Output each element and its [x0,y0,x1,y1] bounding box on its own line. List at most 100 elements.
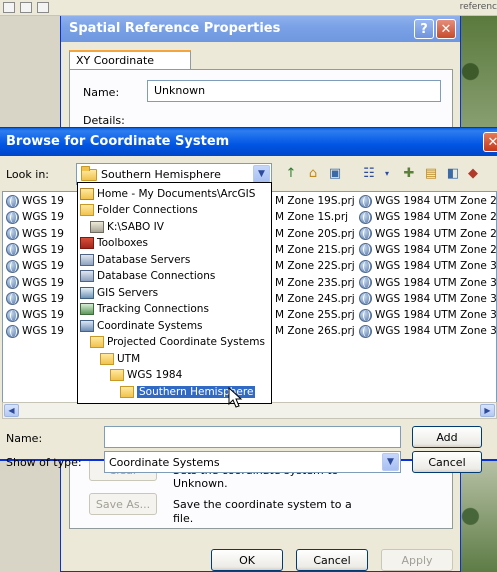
chevron-down-icon[interactable]: ▼ [253,165,270,183]
help-button[interactable]: ? [414,19,434,39]
dropdown-item[interactable]: Folder Connections [80,203,198,218]
srp-name-field[interactable]: Unknown [147,80,441,102]
dropdown-item-label: Tracking Connections [97,303,209,315]
toolbar-icon[interactable] [3,2,15,13]
home-folder-icon [80,187,94,200]
coordinate-system-file-icon [6,259,19,273]
browse-close-button[interactable]: ✕ [483,132,497,152]
file-list-item[interactable]: WGS 1984 UTM Zone 29S [359,227,497,241]
coordinate-system-file-icon [6,276,19,289]
folder-icon [81,166,97,181]
coordinate-system-file-icon [359,276,372,289]
scroll-right-icon[interactable]: ▶ [480,404,495,417]
srp-close-button[interactable]: ✕ [436,19,456,39]
file-list-item[interactable]: WGS 19 [6,210,78,224]
coordinate-system-file-icon [359,324,372,338]
file-list-item[interactable]: WGS 1984 UTM Zone 31S [359,276,497,290]
file-list-item[interactable]: WGS 1984 UTM Zone 33S [359,308,497,322]
dropdown-item[interactable]: Database Servers [80,252,190,267]
srp-titlebar[interactable]: Spatial Reference Properties ? ✕ [61,16,460,42]
new-folder-icon[interactable]: ✚ [400,164,418,182]
file-list-item[interactable]: WGS 19 [6,259,78,273]
file-list-item[interactable]: WGS 19 [6,308,78,322]
file-list-item[interactable]: WGS 1984 UTM Zone 30S [359,259,497,273]
look-in-dropdown-list[interactable]: Home - My Documents\ArcGIS Folder Connect… [77,182,272,404]
file-list-item[interactable]: WGS 19 [6,194,78,208]
home-icon[interactable]: ⌂ [304,164,322,182]
file-list-item[interactable]: WGS 19 [6,276,78,290]
add-button[interactable]: Add [412,426,482,448]
save-as-button[interactable]: Save As... [89,493,157,515]
toolbar-icon[interactable] [37,2,49,13]
view-list-icon[interactable]: ☷ [360,164,378,182]
file-name: M Zone 20S.prj [275,227,355,240]
up-one-level-icon[interactable]: ↑ [282,164,300,182]
look-in-label: Look in: [6,168,49,181]
browse-titlebar[interactable]: Browse for Coordinate System ✕ [0,128,497,156]
file-name: M Zone 1S.prj [275,211,349,224]
database-connection-icon [80,270,94,282]
coordinate-system-file-icon [6,227,19,241]
scroll-left-icon[interactable]: ◀ [4,404,19,417]
file-list-item[interactable]: M Zone 22S.prj [275,259,355,273]
tab-xy-coordinate-system[interactable]: XY Coordinate System [69,50,191,80]
toolbar-icon[interactable] [20,2,32,13]
file-list-item[interactable]: WGS 1984 UTM Zone 34S [359,324,497,338]
file-list-item[interactable]: M Zone 19S.prj [275,194,355,208]
file-list-item[interactable]: M Zone 25S.prj [275,308,355,322]
file-name: WGS 1984 UTM Zone 34S [375,325,497,338]
file-name: WGS 1984 UTM Zone 31S [375,276,497,289]
file-list-item[interactable]: WGS 1984 UTM Zone 32S [359,292,497,306]
file-list-item[interactable]: M Zone 1S.prj [275,210,348,224]
dropdown-item[interactable]: Coordinate Systems [80,318,203,333]
folder-options-icon[interactable]: ▤ [422,164,440,182]
file-name: WGS 19 [22,292,64,305]
file-list-item[interactable]: WGS 19 [6,243,78,257]
connect-folder-icon[interactable]: ▣ [326,164,344,182]
file-list-item[interactable]: WGS 1984 UTM Zone 27S [359,194,497,208]
horizontal-scrollbar[interactable]: ◀ ▶ [2,402,497,419]
dropdown-item[interactable]: Home - My Documents\ArcGIS [80,186,255,201]
file-name: WGS 19 [22,309,64,322]
dropdown-item[interactable]: Toolboxes [80,236,148,251]
apply-button[interactable]: Apply [381,549,453,571]
browse-cancel-button[interactable]: Cancel [412,451,482,473]
file-list-item[interactable]: WGS 19 [6,324,78,338]
chevron-down-icon[interactable]: ▼ [382,453,399,471]
dropdown-item-label: WGS 1984 [127,369,183,381]
dropdown-item-label: Database Servers [97,253,191,266]
name-input[interactable] [104,426,401,448]
file-list-item[interactable]: WGS 19 [6,292,78,306]
dropdown-item[interactable]: GIS Servers [80,285,158,300]
file-list-item[interactable]: M Zone 23S.prj [275,276,355,290]
view-dropdown-icon[interactable]: ▾ [378,164,396,182]
srp-cancel-button[interactable]: Cancel [296,549,368,571]
dropdown-item[interactable]: WGS 1984 [110,368,182,383]
show-of-type-label: Show of type: [6,456,82,469]
catalog-icon[interactable]: ◧ [444,164,462,182]
file-name: WGS 1984 UTM Zone 29S [375,227,497,240]
dropdown-item[interactable]: Database Connections [80,269,215,284]
show-of-type-combobox[interactable]: Coordinate Systems ▼ [104,451,401,473]
file-list-item[interactable]: WGS 19 [6,227,78,241]
dropdown-item[interactable]: Projected Coordinate Systems [90,335,265,350]
file-list-item[interactable]: M Zone 26S.prj [275,324,355,338]
toolbox-icon[interactable]: ◆ [464,164,482,182]
file-list-item[interactable]: WGS 1984 UTM Zone 2S.p [359,243,497,257]
file-name: M Zone 25S.prj [275,309,355,322]
coordinate-system-file-icon [6,308,19,322]
coordinate-system-file-icon [6,210,19,224]
mouse-pointer-icon [228,387,243,408]
dropdown-item[interactable]: Tracking Connections [80,302,209,317]
file-list-item[interactable]: M Zone 24S.prj [275,292,355,306]
ok-button[interactable]: OK [211,549,283,571]
dropdown-item[interactable]: K:\SABO IV [90,219,164,234]
gis-server-icon [80,286,94,299]
file-list-item[interactable]: M Zone 20S.prj [275,227,355,241]
file-list-item[interactable]: WGS 1984 UTM Zone 28S [359,210,497,224]
file-list-item[interactable]: M Zone 21S.prj [275,243,355,257]
file-name: WGS 1984 UTM Zone 2S.p [375,243,497,256]
tracking-icon [80,303,94,315]
dropdown-item-label: UTM [117,352,141,365]
dropdown-item[interactable]: UTM [100,351,140,366]
